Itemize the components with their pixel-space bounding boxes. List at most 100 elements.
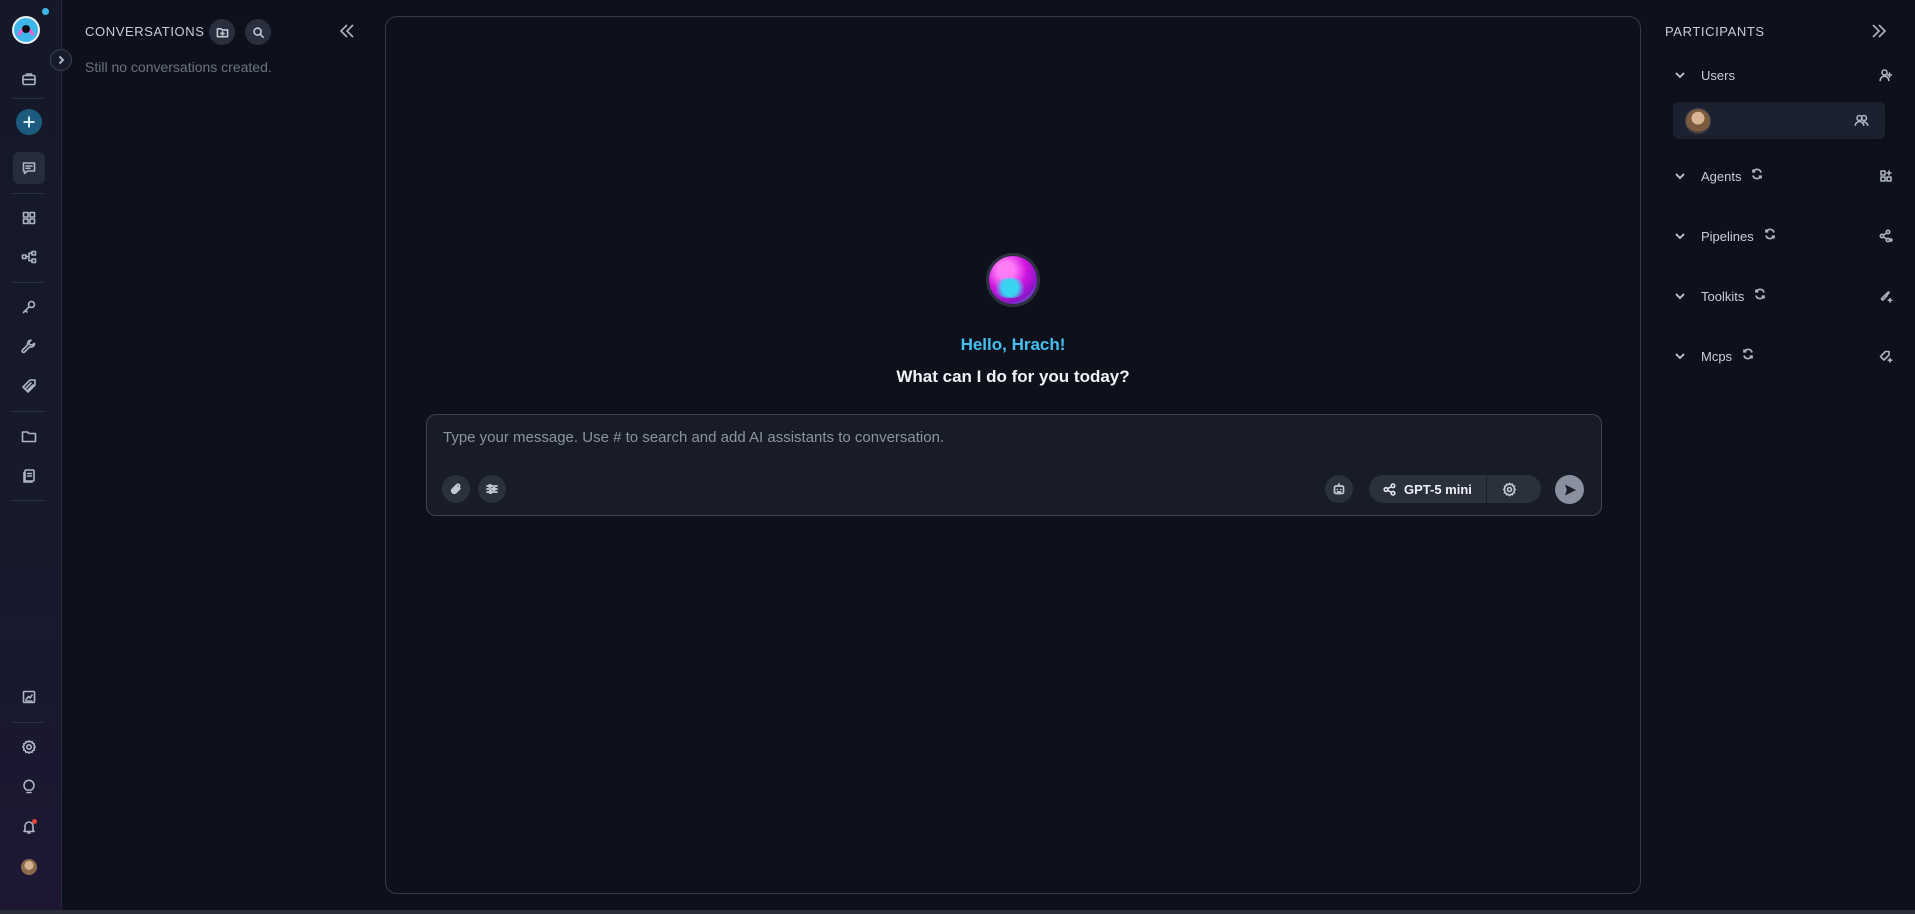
nav-toolkits[interactable]: [13, 331, 45, 363]
nav-documents[interactable]: [13, 460, 45, 492]
refresh-mcps-icon[interactable]: [1742, 347, 1754, 365]
participants-title: PARTICIPANTS: [1665, 24, 1765, 39]
add-pipeline-icon: [1879, 229, 1893, 243]
double-chevron-left-icon: [339, 24, 354, 38]
paperclip-icon: [450, 483, 461, 495]
notification-badge: [32, 819, 37, 824]
assistant-button[interactable]: [1325, 475, 1353, 503]
document-icon: [23, 469, 35, 483]
lightbulb-icon: [23, 779, 35, 794]
message-composer: GPT-5 mini: [426, 414, 1602, 516]
chevron-down-icon: [1673, 68, 1687, 82]
add-agent-button[interactable]: [1877, 167, 1895, 185]
refresh-toolkits-icon[interactable]: [1754, 287, 1766, 305]
conversations-panel: CONVERSATIONS Still no conversations cre…: [63, 0, 373, 914]
divider: [12, 193, 44, 194]
tag-icon: [22, 379, 36, 393]
refresh-agents-icon[interactable]: [1751, 167, 1763, 185]
grid-icon: [22, 211, 36, 225]
chevron-down-icon: [1673, 289, 1687, 303]
nav-pipelines[interactable]: [13, 241, 45, 273]
icon-rail: [0, 0, 72, 914]
expand-sidebar-button[interactable]: [50, 49, 72, 71]
divider: [12, 98, 44, 99]
nav-credentials[interactable]: [13, 291, 45, 323]
app-logo[interactable]: [11, 15, 41, 45]
nav-settings[interactable]: [13, 731, 45, 763]
chevron-down-icon: [1673, 349, 1687, 363]
nav-tips[interactable]: [13, 771, 45, 803]
add-mcp-icon: [1879, 350, 1893, 363]
settings-sliders-button[interactable]: [478, 475, 506, 503]
section-agents[interactable]: Agents: [1673, 165, 1895, 187]
add-agent-icon: [1880, 170, 1892, 182]
double-chevron-right-icon: [1872, 24, 1887, 38]
send-icon: [1564, 484, 1576, 495]
collapse-participants-button[interactable]: [1870, 22, 1890, 42]
add-pipeline-button[interactable]: [1877, 227, 1895, 245]
add-mcp-button[interactable]: [1877, 347, 1895, 365]
divider: [12, 411, 44, 412]
folder-plus-icon: [216, 27, 228, 37]
window-bottom-edge: [0, 910, 1915, 914]
nav-apps[interactable]: [13, 202, 45, 234]
participants-panel: PARTICIPANTS Users Agents Pipelines Tool…: [1655, 0, 1915, 914]
add-toolkit-button[interactable]: [1877, 287, 1895, 305]
search-icon: [252, 26, 264, 38]
conversations-empty-text: Still no conversations created.: [85, 59, 272, 75]
gear-icon: [1503, 481, 1517, 497]
section-mcps-label: Mcps: [1701, 348, 1733, 364]
model-settings-button[interactable]: [1487, 475, 1533, 503]
search-conversations-button[interactable]: [245, 19, 271, 45]
nav-artifacts[interactable]: [13, 420, 45, 452]
model-select[interactable]: GPT-5 mini: [1369, 475, 1487, 503]
nav-chat[interactable]: [13, 152, 45, 184]
greeting: Hello, Hrach!: [960, 335, 1066, 354]
conversations-title: CONVERSATIONS: [85, 24, 205, 39]
section-users-label: Users: [1701, 67, 1735, 83]
folder-icon: [21, 431, 37, 443]
avatar[interactable]: [21, 859, 37, 875]
refresh-pipelines-icon[interactable]: [1764, 227, 1776, 245]
nav-notifications[interactable]: [13, 811, 45, 843]
send-button[interactable]: [1555, 475, 1584, 504]
divider: [12, 722, 44, 723]
chevron-down-icon: [1673, 229, 1687, 243]
share-nodes-icon: [1383, 482, 1396, 496]
group-users-icon[interactable]: [1854, 113, 1869, 133]
report-icon: [22, 690, 36, 704]
assistant-orb-icon: [989, 256, 1037, 304]
section-mcps[interactable]: Mcps: [1673, 345, 1895, 367]
section-users[interactable]: Users: [1673, 64, 1895, 86]
robot-icon: [1333, 482, 1345, 495]
chat-panel: Hello, Hrach! What can I do for you toda…: [385, 16, 1641, 894]
chevron-down-icon: [1673, 169, 1687, 183]
section-toolkits[interactable]: Toolkits: [1673, 285, 1895, 307]
wrench-icon: [21, 339, 36, 354]
chevron-right-icon: [58, 55, 65, 65]
nav-reports[interactable]: [13, 681, 45, 713]
new-folder-button[interactable]: [209, 19, 235, 45]
add-user-button[interactable]: [1877, 66, 1895, 84]
model-label: GPT-5 mini: [1404, 481, 1472, 497]
divider: [12, 282, 44, 283]
model-selector[interactable]: GPT-5 mini: [1369, 475, 1541, 503]
settings-icon: [22, 740, 36, 754]
attach-button[interactable]: [442, 475, 470, 503]
section-pipelines-label: Pipelines: [1701, 228, 1754, 244]
add-toolkit-icon: [1880, 291, 1893, 303]
divider: [12, 500, 44, 501]
app-window: CONVERSATIONS Still no conversations cre…: [0, 0, 1915, 914]
nav-projects[interactable]: [13, 63, 45, 95]
avatar: [1685, 108, 1711, 134]
sliders-icon: [486, 483, 498, 495]
collapse-conversations-button[interactable]: [338, 22, 358, 42]
section-pipelines[interactable]: Pipelines: [1673, 225, 1895, 247]
key-icon: [22, 300, 36, 314]
section-toolkits-label: Toolkits: [1701, 288, 1745, 304]
message-input[interactable]: [443, 425, 1583, 449]
nav-mcps[interactable]: [13, 370, 45, 402]
user-participant-row[interactable]: [1673, 102, 1885, 139]
chat-icon: [22, 162, 36, 175]
new-item-button[interactable]: [16, 109, 42, 135]
